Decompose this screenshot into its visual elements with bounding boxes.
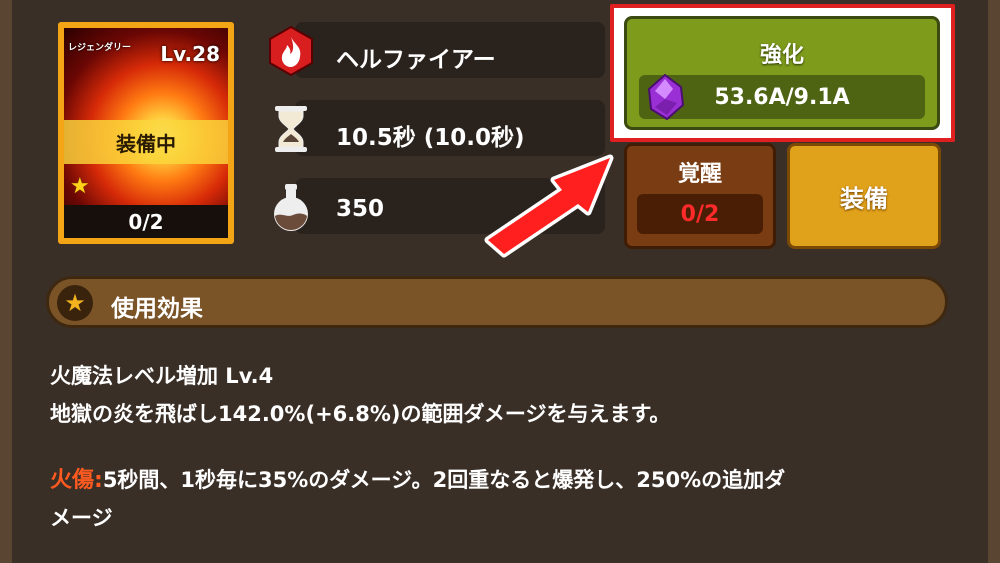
gem-icon <box>647 73 685 121</box>
skill-level: Lv.28 <box>160 42 220 66</box>
burn-effect-cont: メージ <box>50 506 113 530</box>
section-title: 使用効果 <box>111 296 203 322</box>
awaken-label: 覚醒 <box>677 162 722 187</box>
star-icon: ★ <box>57 285 93 321</box>
frame-left <box>0 0 12 563</box>
burn-label: 火傷: <box>50 468 103 493</box>
equip-button[interactable]: 装備 <box>787 143 941 249</box>
star-icon: ★ <box>70 174 90 199</box>
skill-card[interactable]: レジェンダリー Lv.28 装備中 ★ 0/2 <box>58 22 234 244</box>
burn-text: 5秒間、1秒毎に35%のダメージ。2回重なると爆発し、250%の追加ダ <box>102 468 786 492</box>
cooldown-value: 10.5秒 (10.0秒) <box>336 125 525 151</box>
enhance-label: 強化 <box>759 43 804 68</box>
fire-icon <box>262 22 320 80</box>
enhance-cost: 53.6A/9.1A <box>714 84 850 110</box>
enhance-cost-bar: 53.6A/9.1A <box>639 73 925 121</box>
awaken-button[interactable]: 覚醒 0/2 <box>624 143 776 249</box>
pointer-arrow-icon <box>484 154 614 258</box>
skill-name: ヘルファイアー <box>336 47 496 73</box>
enhance-button[interactable]: 強化 53.6A/9.1A <box>624 16 940 130</box>
burn-effect: 火傷:5秒間、1秒毎に35%のダメージ。2回重なると爆発し、250%の追加ダ <box>50 462 785 494</box>
hourglass-icon <box>262 100 320 158</box>
rarity-label: レジェンダリー <box>68 43 132 53</box>
skill-card-art: レジェンダリー Lv.28 装備中 ★ 0/2 <box>64 28 228 238</box>
effects-section-header: ★ 使用効果 <box>46 276 948 328</box>
effect-line-2: 地獄の炎を飛ばし142.0%(+6.8%)の範囲ダメージを与えます。 <box>50 402 671 426</box>
skill-card-count: 0/2 <box>64 205 228 238</box>
potion-icon <box>262 178 320 236</box>
effect-line-1: 火魔法レベル増加 Lv.4 <box>50 364 274 388</box>
cost-value: 350 <box>336 196 385 222</box>
equipped-badge: 装備中 <box>64 120 228 164</box>
awaken-count: 0/2 <box>637 194 763 234</box>
frame-right <box>988 0 1000 563</box>
